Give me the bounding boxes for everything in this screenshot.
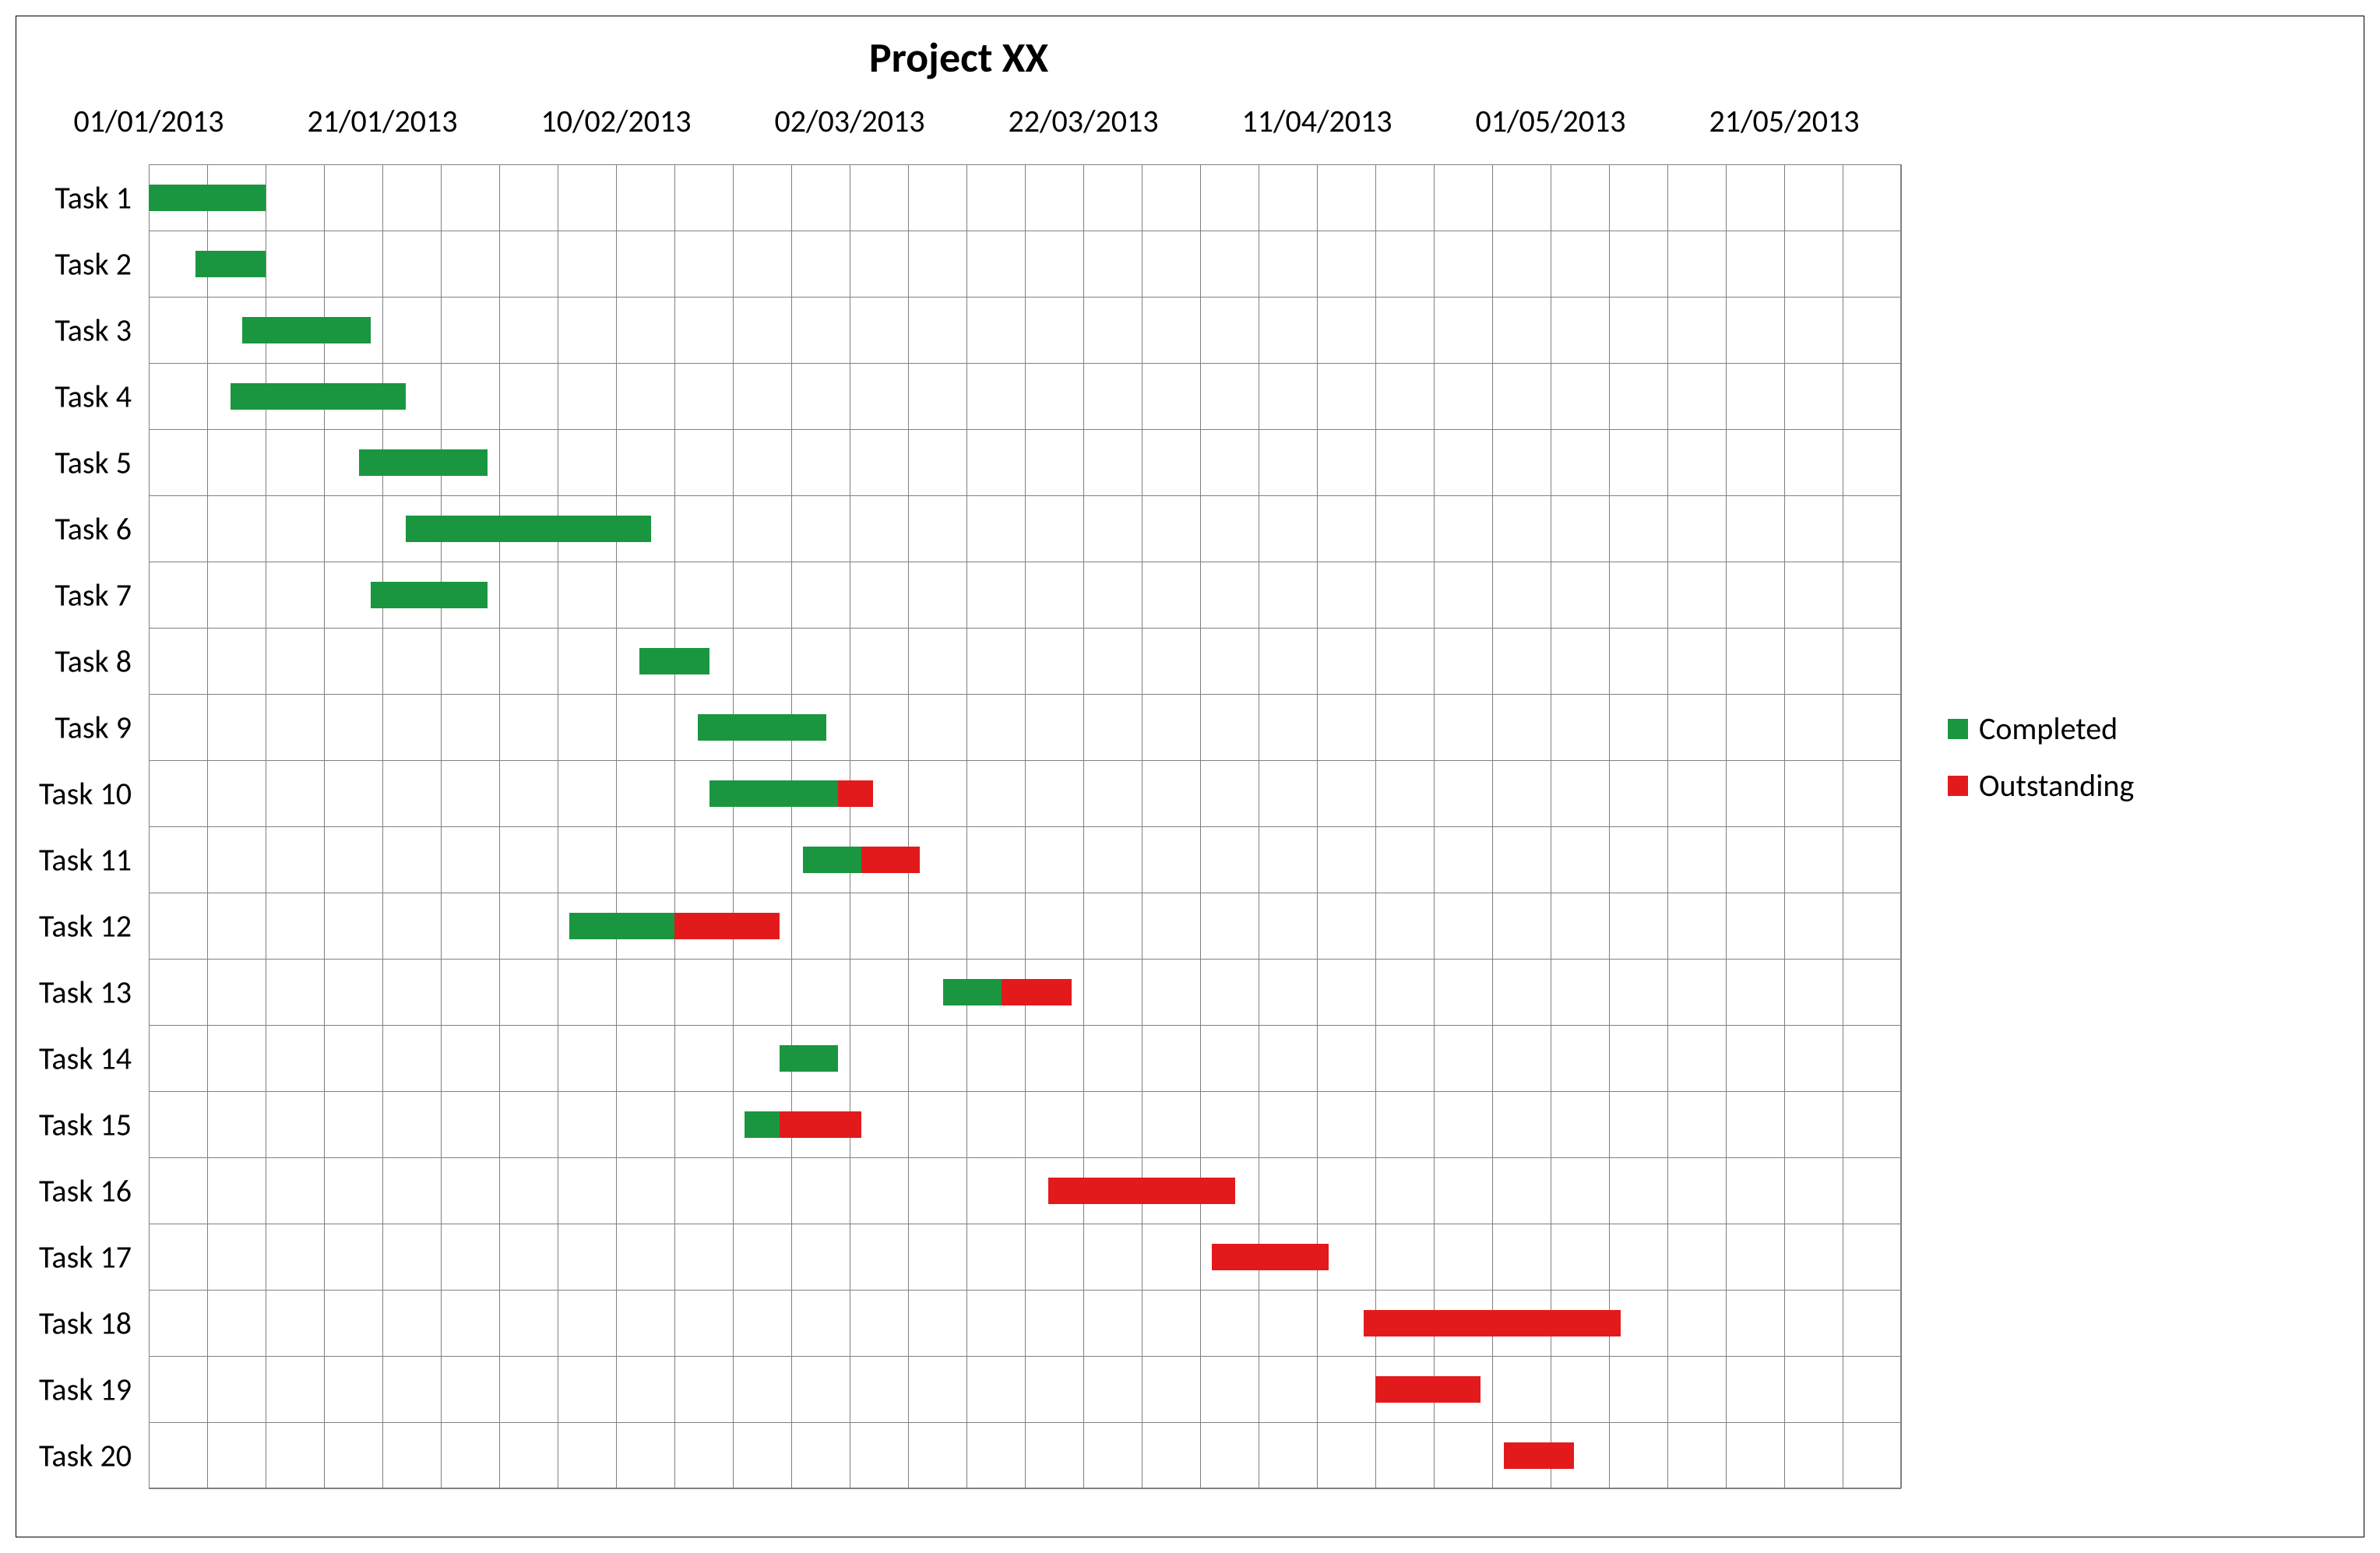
y-tick-label: Task 12 xyxy=(39,907,132,945)
x-tick-label: 11/04/2013 xyxy=(1241,102,1392,140)
x-tick-label: 02/03/2013 xyxy=(774,102,924,140)
y-tick-label: Task 8 xyxy=(55,642,132,680)
bar-segment-completed xyxy=(803,847,861,873)
bar-segment-completed xyxy=(639,648,709,674)
x-tick-label: 10/02/2013 xyxy=(540,102,691,140)
gantt-row xyxy=(149,231,1901,297)
legend-label-completed: Completed xyxy=(1979,710,2118,748)
bar-segment-completed xyxy=(780,1045,838,1072)
y-tick-label: Task 15 xyxy=(39,1105,132,1143)
gridline-horizontal xyxy=(149,1488,1901,1489)
bar-segment-completed xyxy=(371,582,488,608)
y-tick-label: Task 3 xyxy=(55,311,132,349)
x-axis: 01/01/201321/01/201310/02/201302/03/2013… xyxy=(149,102,1901,141)
legend-item-outstanding: Outstanding xyxy=(1948,766,2134,805)
y-tick-label: Task 9 xyxy=(55,708,132,746)
legend-item-completed: Completed xyxy=(1948,710,2134,748)
bar-segment-completed xyxy=(359,449,488,476)
bar-segment-outstanding xyxy=(1504,1442,1574,1469)
gantt-row xyxy=(149,893,1901,959)
bar-segment-outstanding xyxy=(1212,1244,1329,1270)
y-tick-label: Task 20 xyxy=(39,1436,132,1474)
gantt-row xyxy=(149,694,1901,760)
gantt-row xyxy=(149,1290,1901,1356)
y-tick-label: Task 13 xyxy=(39,973,132,1011)
bar-segment-outstanding xyxy=(838,780,873,807)
gantt-row xyxy=(149,1422,1901,1488)
bar-segment-completed xyxy=(195,251,266,277)
gantt-row xyxy=(149,826,1901,893)
gantt-row xyxy=(149,1224,1901,1290)
bar-segment-outstanding xyxy=(861,847,920,873)
gantt-row xyxy=(149,1091,1901,1157)
gantt-row xyxy=(149,429,1901,495)
bar-segment-completed xyxy=(943,979,1002,1005)
y-tick-label: Task 18 xyxy=(39,1304,132,1342)
y-tick-label: Task 6 xyxy=(55,509,132,548)
bar-segment-completed xyxy=(231,383,406,410)
gantt-row xyxy=(149,628,1901,694)
bar-segment-completed xyxy=(698,714,826,741)
y-tick-label: Task 17 xyxy=(39,1238,132,1276)
gantt-row xyxy=(149,297,1901,363)
x-tick-label: 01/05/2013 xyxy=(1475,102,1625,140)
x-tick-label: 22/03/2013 xyxy=(1008,102,1158,140)
y-tick-label: Task 16 xyxy=(39,1171,132,1210)
bar-segment-outstanding xyxy=(1364,1310,1621,1336)
gantt-row xyxy=(149,363,1901,429)
y-tick-label: Task 14 xyxy=(39,1039,132,1077)
gridline-vertical xyxy=(1901,164,1902,1488)
bar-segment-outstanding xyxy=(780,1111,861,1138)
bar-segment-outstanding xyxy=(1048,1178,1235,1204)
bar-segment-outstanding xyxy=(674,913,780,939)
plot-area xyxy=(149,164,1901,1488)
y-axis: Task 1 Task 2 Task 3 Task 4 Task 5 Task 6 Task… xyxy=(16,164,141,1488)
y-tick-label: Task 10 xyxy=(39,774,132,812)
y-tick-label: Task 1 xyxy=(55,178,132,217)
y-tick-label: Task 11 xyxy=(39,840,132,879)
legend-label-outstanding: Outstanding xyxy=(1979,766,2134,805)
bar-segment-completed xyxy=(709,780,838,807)
x-tick-label: 01/01/2013 xyxy=(73,102,224,140)
gantt-row xyxy=(149,959,1901,1025)
legend: Completed Outstanding xyxy=(1948,710,2134,823)
gantt-row xyxy=(149,495,1901,562)
gantt-row xyxy=(149,1356,1901,1422)
gantt-row xyxy=(149,562,1901,628)
legend-swatch-completed xyxy=(1948,719,1968,739)
y-tick-label: Task 2 xyxy=(55,245,132,283)
gantt-row xyxy=(149,760,1901,826)
legend-swatch-outstanding xyxy=(1948,776,1968,796)
bar-segment-outstanding xyxy=(1375,1376,1480,1403)
y-tick-label: Task 7 xyxy=(55,576,132,614)
bar-segment-completed xyxy=(569,913,674,939)
bar-segment-completed xyxy=(406,516,651,542)
x-tick-label: 21/05/2013 xyxy=(1709,102,1859,140)
bar-segment-completed xyxy=(242,317,371,343)
bar-segment-completed xyxy=(745,1111,780,1138)
chart-title: Project XX xyxy=(16,32,1901,83)
bar-segment-outstanding xyxy=(1002,979,1072,1005)
gantt-row xyxy=(149,1157,1901,1224)
chart-frame: Project XX 01/01/2013 21/01/2013 10/02/201… xyxy=(16,16,2364,1537)
x-tick-label: 21/01/2013 xyxy=(307,102,457,140)
gantt-row xyxy=(149,1025,1901,1091)
y-tick-label: Task 19 xyxy=(39,1370,132,1408)
gantt-row xyxy=(149,164,1901,231)
bar-segment-completed xyxy=(149,185,266,211)
y-tick-label: Task 4 xyxy=(55,377,132,415)
y-tick-label: Task 5 xyxy=(55,443,132,481)
